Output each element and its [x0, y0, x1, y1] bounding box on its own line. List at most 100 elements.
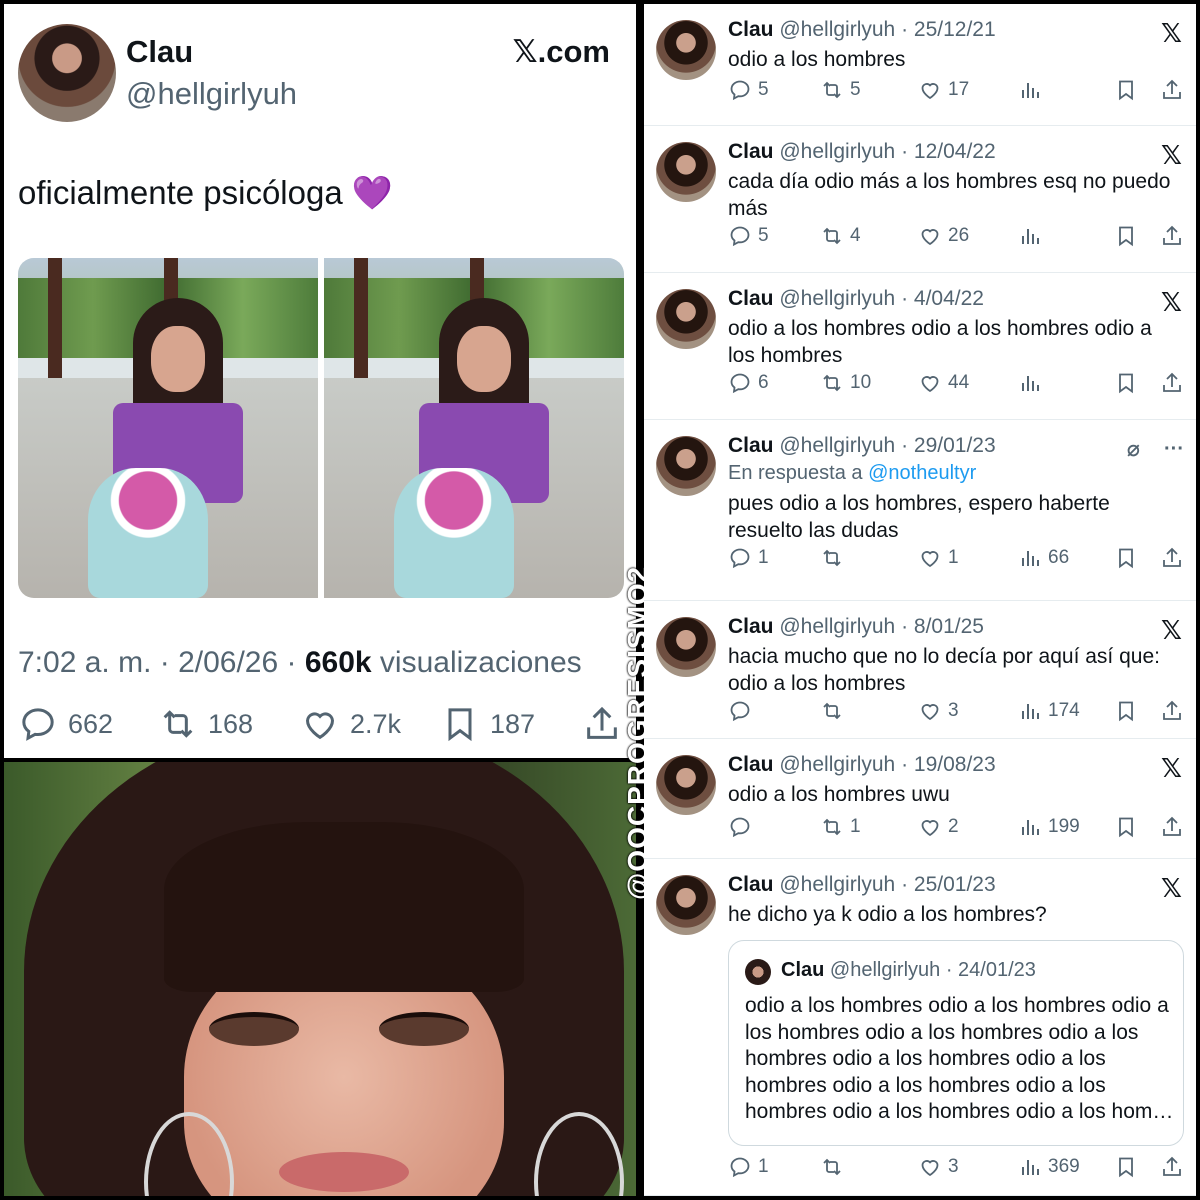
avatar[interactable] [656, 436, 716, 496]
user-handle[interactable]: @hellgirlyuh [830, 959, 940, 981]
display-name[interactable]: Clau [781, 959, 824, 981]
retweet-count: 4 [850, 225, 861, 246]
reply-button[interactable] [728, 815, 758, 839]
display-name[interactable]: Clau [728, 287, 774, 310]
bookmark-button[interactable] [1114, 1155, 1138, 1179]
tweet[interactable]: Clau @hellgirlyuh · 4/04/22 𝕏odio a los … [644, 273, 1196, 420]
share-button[interactable] [1160, 224, 1184, 248]
tweet-header: Clau @hellgirlyuh · 8/01/25 [728, 615, 984, 639]
display-name[interactable]: Clau [728, 18, 774, 41]
grok-icon[interactable]: ⌀ [1127, 436, 1140, 462]
avatar[interactable] [18, 24, 116, 122]
retweet-button[interactable]: 168 [158, 704, 253, 744]
view-count: 66 [1048, 547, 1070, 568]
like-button[interactable]: 17 [918, 78, 969, 102]
reply-button[interactable]: 1 [728, 546, 769, 570]
bookmark-button[interactable] [1114, 815, 1138, 839]
display-name[interactable]: Clau [728, 873, 774, 896]
avatar[interactable] [656, 20, 716, 80]
tweet-photo-1[interactable] [18, 258, 318, 598]
bookmark-button[interactable] [1114, 78, 1138, 102]
user-handle[interactable]: @hellgirlyuh [779, 18, 895, 41]
avatar[interactable] [656, 617, 716, 677]
user-handle[interactable]: @hellgirlyuh [779, 434, 895, 457]
tweet-date[interactable]: · 24/01/23 [946, 959, 1036, 981]
share-button[interactable] [1160, 815, 1184, 839]
display-name[interactable]: Clau [126, 34, 193, 70]
tweet-date[interactable]: · 19/08/23 [901, 753, 996, 776]
retweet-button[interactable] [820, 1155, 850, 1179]
retweet-button[interactable]: 4 [820, 224, 861, 248]
tweet-photo-2[interactable] [324, 258, 624, 598]
like-button[interactable]: 2.7k [300, 704, 401, 744]
tweet[interactable]: Clau @hellgirlyuh · 25/12/21 𝕏odio a los… [644, 4, 1196, 126]
tweet-date[interactable]: · 8/01/25 [901, 615, 984, 638]
like-button[interactable]: 3 [918, 1155, 959, 1179]
share-button[interactable] [1160, 371, 1184, 395]
tweet-date[interactable]: · 25/12/21 [901, 18, 996, 41]
like-button[interactable]: 1 [918, 546, 959, 570]
tweet-timestamp[interactable]: 7:02 a. m. · 2/06/26 · 660k visualizacio… [18, 646, 582, 680]
tweet-date[interactable]: · 12/04/22 [901, 140, 996, 163]
retweet-button[interactable]: 1 [820, 815, 861, 839]
views-button[interactable]: 174 [1018, 699, 1080, 723]
reply-button[interactable]: 6 [728, 371, 769, 395]
reply-button[interactable] [728, 699, 758, 723]
bookmark-button[interactable] [1114, 224, 1138, 248]
share-icon [587, 706, 617, 739]
like-button[interactable]: 3 [918, 699, 959, 723]
retweet-button[interactable] [820, 546, 850, 570]
reply-button[interactable]: 662 [18, 704, 113, 744]
bookmark-button[interactable] [1114, 546, 1138, 570]
views-button[interactable] [1018, 371, 1048, 395]
bookmark-button[interactable] [1114, 371, 1138, 395]
avatar[interactable] [745, 959, 771, 985]
user-handle[interactable]: @hellgirlyuh [126, 76, 297, 112]
views-button[interactable]: 66 [1018, 546, 1069, 570]
tweet-text: cada día odio más a los hombres esq no p… [728, 170, 1171, 220]
tweet-date[interactable]: · 4/04/22 [901, 287, 984, 310]
display-name[interactable]: Clau [728, 753, 774, 776]
quoted-tweet[interactable]: Clau @hellgirlyuh · 24/01/23 odio a los … [728, 940, 1184, 1146]
display-name[interactable]: Clau [728, 615, 774, 638]
bookmark-button[interactable] [1114, 699, 1138, 723]
retweet-button[interactable] [820, 699, 850, 723]
like-button[interactable]: 2 [918, 815, 959, 839]
share-button[interactable] [1160, 699, 1184, 723]
share-button[interactable] [1160, 546, 1184, 570]
views-button[interactable] [1018, 78, 1048, 102]
share-button[interactable] [582, 704, 622, 744]
views-button[interactable]: 369 [1018, 1155, 1080, 1179]
tweet-date[interactable]: · 25/01/23 [901, 873, 996, 896]
reply-button[interactable]: 5 [728, 78, 769, 102]
tweet-date[interactable]: · 29/01/23 [901, 434, 996, 457]
tweet[interactable]: Clau @hellgirlyuh · 12/04/22 𝕏cada día o… [644, 126, 1196, 273]
user-handle[interactable]: @hellgirlyuh [779, 287, 895, 310]
share-button[interactable] [1160, 1155, 1184, 1179]
retweet-button[interactable]: 5 [820, 78, 861, 102]
user-handle[interactable]: @hellgirlyuh [779, 753, 895, 776]
share-button[interactable] [1160, 78, 1184, 102]
tweet[interactable]: Clau @hellgirlyuh · 8/01/25 𝕏hacia mucho… [644, 601, 1196, 739]
bookmark-button[interactable]: 187 [440, 704, 535, 744]
like-button[interactable]: 44 [918, 371, 969, 395]
avatar[interactable] [656, 289, 716, 349]
user-handle[interactable]: @hellgirlyuh [779, 615, 895, 638]
avatar[interactable] [656, 142, 716, 202]
display-name[interactable]: Clau [728, 434, 774, 457]
avatar[interactable] [656, 875, 716, 935]
reply-button[interactable]: 5 [728, 224, 769, 248]
like-button[interactable]: 26 [918, 224, 969, 248]
views-button[interactable]: 199 [1018, 815, 1080, 839]
tweet[interactable]: Clau @hellgirlyuh · 19/08/23 𝕏odio a los… [644, 739, 1196, 859]
avatar[interactable] [656, 755, 716, 815]
reply-button[interactable]: 1 [728, 1155, 769, 1179]
retweet-button[interactable]: 10 [820, 371, 871, 395]
tweet[interactable]: Clau @hellgirlyuh · 29/01/23 ··· ⌀ En res… [644, 420, 1196, 601]
more-options-icon[interactable]: ··· [1164, 438, 1184, 461]
display-name[interactable]: Clau [728, 140, 774, 163]
user-handle[interactable]: @hellgirlyuh [779, 873, 895, 896]
user-handle[interactable]: @hellgirlyuh [779, 140, 895, 163]
views-button[interactable] [1018, 224, 1048, 248]
reply-to-link[interactable]: @notheultyr [868, 462, 976, 484]
